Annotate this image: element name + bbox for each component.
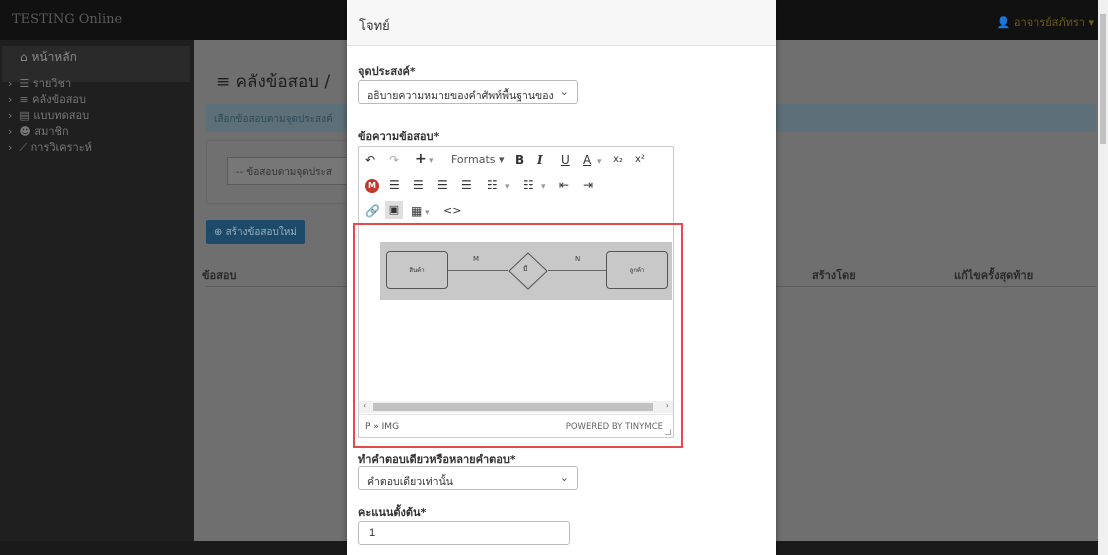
required-mark: * — [509, 453, 516, 466]
redo-icon[interactable]: ↷ — [389, 153, 399, 167]
info-text: เลือกข้อสอบตามจุดประสงค์ — [214, 114, 333, 125]
list-icon: ☰ — [19, 77, 30, 90]
chevron-down-icon: ⌄ — [559, 471, 569, 484]
math-plugin-icon[interactable]: M — [365, 179, 379, 193]
required-mark: * — [433, 130, 440, 143]
page-scrollbar[interactable] — [1098, 0, 1108, 555]
home-icon: ⌂ — [20, 50, 28, 64]
numbered-list-dropdown-icon[interactable]: ▾ — [541, 180, 546, 194]
outdent-icon[interactable]: ⇤ — [559, 178, 569, 192]
image-icon[interactable]: ▣ — [385, 201, 403, 219]
modal-title: โจทย์ — [359, 19, 390, 34]
sidebar: ⌂ หน้าหลัก › ☰ รายวิชา › ≡ คลังข้อสอบ › … — [0, 40, 194, 555]
table-header-question: ข้อสอบ — [202, 269, 237, 282]
link-icon[interactable]: 🔗 — [365, 204, 380, 218]
score-label: คะแนนตั้งต้น* — [358, 506, 427, 519]
underline-icon[interactable]: U — [561, 153, 570, 167]
subscript-icon[interactable]: x₂ — [613, 153, 623, 167]
sidebar-item-analysis[interactable]: › ⟋ การวิเคราะห์ — [8, 138, 92, 156]
new-question-button[interactable]: ⊕ สร้างข้อสอบใหม่ — [206, 220, 305, 244]
book-icon: ▤ — [19, 109, 30, 122]
insert-dropdown-icon[interactable]: ▾ — [429, 154, 434, 168]
italic-icon[interactable]: I — [537, 153, 543, 167]
insert-icon[interactable]: + — [415, 152, 427, 166]
align-right-icon[interactable]: ☰ — [437, 178, 448, 192]
users-icon: ☻ — [19, 125, 31, 138]
page-title: ≡ คลังข้อสอบ / — [216, 72, 331, 92]
objective-label: จุดประสงค์* — [358, 65, 416, 78]
numbered-list-icon[interactable]: ☷ — [523, 178, 534, 192]
objective-select[interactable]: อธิบายความหมายของคำศัพท์พื้นฐานของ ⌄ — [358, 80, 578, 104]
text-color-icon[interactable]: A — [583, 153, 591, 167]
superscript-icon[interactable]: x² — [635, 153, 645, 167]
objective-select-value: อธิบายความหมายของคำศัพท์พื้นฐานของ — [367, 90, 554, 102]
bold-icon[interactable]: B — [515, 153, 524, 167]
user-name: อาจารย์สภัทรา — [1013, 16, 1085, 29]
database-icon: ≡ — [19, 93, 29, 106]
page-scrollbar-thumb[interactable] — [1100, 14, 1106, 144]
align-left-icon[interactable]: ☰ — [389, 178, 400, 192]
align-center-icon[interactable]: ☰ — [413, 178, 424, 192]
table-header-created-by: สร้างโดย — [812, 269, 856, 282]
user-menu[interactable]: 👤 อาจารย์สภัทรา ▾ — [997, 13, 1094, 31]
text-color-dropdown-icon[interactable]: ▾ — [597, 155, 602, 169]
answer-type-select[interactable]: คำตอบเดียวเท่านั้น ⌄ — [358, 466, 578, 490]
bullet-list-dropdown-icon[interactable]: ▾ — [505, 180, 510, 194]
brand-logo[interactable]: TESTING Online — [12, 12, 122, 27]
required-mark: * — [420, 506, 427, 519]
sidebar-item-home[interactable]: ⌂ หน้าหลัก — [20, 48, 77, 67]
bullet-list-icon[interactable]: ☷ — [487, 178, 498, 192]
formats-dropdown[interactable]: Formats ▾ — [451, 153, 505, 167]
database-icon: ≡ — [216, 72, 231, 92]
required-mark: * — [409, 65, 416, 78]
chevron-down-icon: ⌄ — [559, 85, 569, 98]
question-label: ข้อความข้อสอบ* — [358, 130, 440, 143]
table-icon[interactable]: ▦ — [411, 204, 422, 218]
undo-icon[interactable]: ↶ — [365, 153, 375, 167]
answer-type-select-value: คำตอบเดียวเท่านั้น — [367, 476, 453, 488]
objective-filter-select[interactable]: -- ข้อสอบตามจุดประส — [227, 157, 367, 185]
chart-icon: ⟋ — [19, 141, 28, 154]
modal-header: โจทย์ — [347, 0, 776, 46]
score-input[interactable] — [358, 521, 570, 545]
table-dropdown-icon[interactable]: ▾ — [425, 206, 430, 220]
table-header-last-edit: แก้ไขครั้งสุดท้าย — [954, 269, 1034, 282]
highlight-box — [353, 223, 683, 448]
source-code-icon[interactable]: <> — [443, 204, 461, 218]
filter-panel: -- ข้อสอบตามจุดประส — [206, 140, 367, 204]
plus-circle-icon: ⊕ — [214, 227, 223, 238]
align-justify-icon[interactable]: ☰ — [461, 178, 472, 192]
editor-toolbar: ↶ ↷ + ▾ Formats ▾ B I U A ▾ x₂ x² M ☰ ☰ … — [359, 147, 673, 227]
indent-icon[interactable]: ⇥ — [583, 178, 593, 192]
